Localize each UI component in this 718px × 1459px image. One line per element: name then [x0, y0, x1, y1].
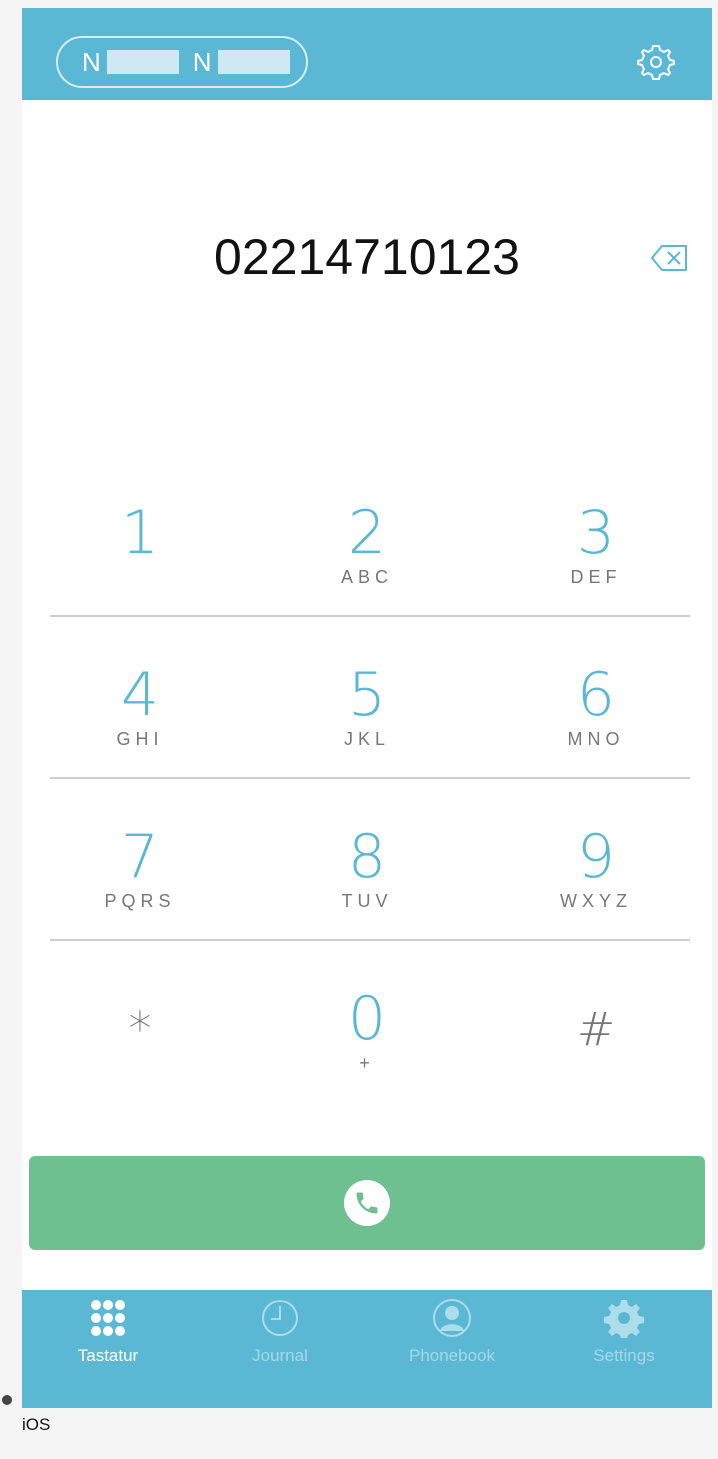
key-digit: 1 — [120, 498, 160, 568]
key-digit: # — [576, 1002, 616, 1056]
redacted-name-1 — [106, 50, 179, 74]
key-digit: 8 — [347, 822, 387, 892]
phone-screen: N N 02214710123 1 2 ABC 3 DEF 4 GHI 5 JK… — [22, 8, 712, 1408]
tab-bar: Tastatur Journal Phonebook Settings — [22, 1290, 712, 1408]
gear-icon — [604, 1298, 644, 1340]
key-digit: 7 — [120, 822, 160, 892]
keypad-divider — [50, 615, 690, 617]
list-bullet — [2, 1395, 12, 1405]
key-3[interactable]: 3 DEF — [496, 468, 696, 618]
key-digit: 3 — [576, 498, 616, 568]
key-4[interactable]: 4 GHI — [40, 630, 240, 780]
key-digit: 4 — [120, 660, 160, 730]
tab-label: Phonebook — [408, 1346, 496, 1365]
keypad-row-4: * 0 + # — [22, 954, 712, 1114]
key-digit: 6 — [576, 660, 616, 730]
key-digit: 0 — [347, 984, 387, 1054]
redacted-name-2 — [217, 50, 290, 74]
key-7[interactable]: 7 PQRS — [40, 792, 240, 942]
keypad-row-3: 7 PQRS 8 TUV 9 WXYZ — [22, 792, 712, 952]
key-star[interactable]: * — [40, 954, 240, 1104]
key-letters: JKL — [343, 729, 391, 749]
key-6[interactable]: 6 MNO — [496, 630, 696, 780]
key-9[interactable]: 9 WXYZ — [496, 792, 696, 942]
account-initial-1: N — [82, 47, 101, 77]
key-digit: 5 — [347, 660, 387, 730]
backspace-icon[interactable] — [650, 244, 690, 272]
key-letters: MNO — [567, 729, 625, 749]
tab-journal[interactable]: Journal — [194, 1290, 366, 1408]
dialed-number: 02214710123 — [214, 229, 520, 285]
key-digit: 2 — [347, 498, 387, 568]
key-5[interactable]: 5 JKL — [267, 630, 467, 780]
call-button[interactable] — [29, 1156, 705, 1250]
key-letters: DEF — [570, 567, 622, 587]
keypad-row-2: 4 GHI 5 JKL 6 MNO — [22, 630, 712, 790]
account-initial-2: N — [192, 47, 212, 77]
account-selector[interactable]: N N — [56, 36, 308, 88]
tab-label: Settings — [593, 1346, 655, 1365]
contact-icon — [432, 1298, 472, 1338]
key-letters: PQRS — [104, 891, 176, 911]
key-1[interactable]: 1 — [40, 468, 240, 618]
key-digit: 9 — [576, 822, 616, 892]
keypad-divider — [50, 777, 690, 779]
key-hash[interactable]: # — [496, 954, 696, 1104]
key-letters: ABC — [340, 567, 393, 587]
phone-icon — [344, 1180, 390, 1226]
gear-icon[interactable] — [636, 42, 676, 82]
key-8[interactable]: 8 TUV — [267, 792, 467, 942]
tab-phonebook[interactable]: Phonebook — [366, 1290, 538, 1408]
clock-icon — [260, 1298, 300, 1338]
key-0[interactable]: 0 + — [267, 954, 467, 1104]
keypad-icon — [88, 1298, 128, 1338]
key-digit: * — [128, 1002, 152, 1056]
key-letters: + — [359, 1053, 375, 1073]
tab-label: Tastatur — [77, 1346, 139, 1365]
header-bar: N N — [22, 8, 712, 100]
key-letters: TUV — [341, 891, 393, 911]
key-letters: WXYZ — [560, 891, 632, 911]
platform-label: iOS — [22, 1415, 51, 1434]
tab-settings[interactable]: Settings — [538, 1290, 710, 1408]
tab-label: Journal — [252, 1346, 308, 1365]
tab-tastatur[interactable]: Tastatur — [22, 1290, 194, 1408]
keypad-divider — [50, 939, 690, 941]
keypad-row-1: 1 2 ABC 3 DEF — [22, 468, 712, 628]
key-2[interactable]: 2 ABC — [267, 468, 467, 618]
key-letters: GHI — [116, 729, 164, 749]
